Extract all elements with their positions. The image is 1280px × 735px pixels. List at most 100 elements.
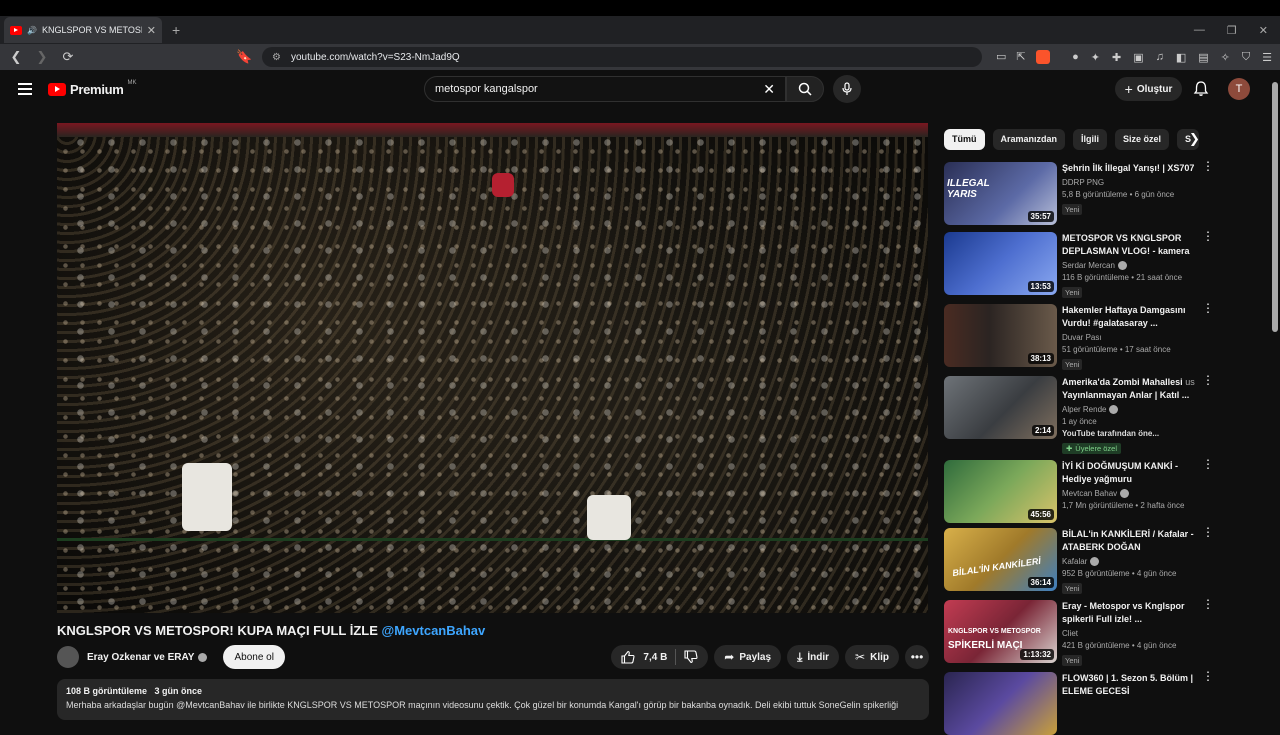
description-box[interactable]: 108 B görüntüleme 3 gün önce Merhaba ark… <box>57 679 929 720</box>
new-tab-button[interactable]: + <box>172 22 180 38</box>
more-vertical-icon[interactable]: ⋮ <box>1202 598 1214 610</box>
youtube-logo[interactable]: Premium MK <box>48 80 137 97</box>
maximize-button[interactable]: ❐ <box>1227 24 1237 37</box>
notifications-bell-icon[interactable] <box>1192 80 1210 98</box>
more-vertical-icon[interactable]: ⋮ <box>1202 160 1214 172</box>
brave-shields-icon[interactable] <box>1035 50 1050 64</box>
recommendation-title[interactable]: İYİ Kİ DOĞMUŞUM KANKİ - Hediye yağmuru <box>1062 460 1196 486</box>
recommendation-item[interactable]: ILLEGAL YARIS 35:57 Şehrin İlk İllegal Ya… <box>944 160 1214 225</box>
music-icon[interactable]: ♫ <box>1156 51 1164 64</box>
recommendation-title[interactable]: Hakemler Haftaya Damgasını Vurdu! #galat… <box>1062 304 1196 330</box>
more-vertical-icon[interactable]: ⋮ <box>1202 526 1214 538</box>
page-scrollbar[interactable] <box>1270 70 1280 710</box>
search-query: metospor kangalspor <box>435 83 538 95</box>
thumbs-up-icon[interactable] <box>621 650 635 664</box>
recommendation-thumbnail[interactable]: 2:14 <box>944 376 1057 439</box>
thumbs-down-icon[interactable] <box>684 650 698 664</box>
scrollbar-thumb[interactable] <box>1272 82 1278 332</box>
reload-button[interactable]: ⟳ <box>60 49 76 65</box>
recommendation-thumbnail[interactable]: KNGLSPOR VS METOSPOR SPİKERLİ MAÇI 1:13:… <box>944 600 1057 663</box>
search-icon <box>798 82 812 96</box>
minimize-button[interactable]: — <box>1194 24 1205 37</box>
recommendation-meta: METOSPOR VS KNGLSPOR DEPLASMAN VLOG! - k… <box>1062 232 1196 300</box>
recommendation-channel[interactable]: Duvar Pası <box>1062 333 1196 342</box>
chip-from-search[interactable]: Aramanızdan <box>992 128 1066 150</box>
url-field[interactable]: ⚙ youtube.com/watch?v=S23-NmJad9Q <box>262 47 982 67</box>
channel-avatar[interactable] <box>57 646 79 668</box>
recommendation-thumbnail[interactable]: BİLAL'İN KANKİLERİ 36:14 <box>944 528 1057 591</box>
recommendation-item[interactable]: 38:13 Hakemler Haftaya Damgasını Vurdu! … <box>944 302 1214 370</box>
recommendation-item[interactable]: BİLAL'İN KANKİLERİ 36:14 BİLAL'in KANKİL… <box>944 526 1214 594</box>
chip-for-you[interactable]: Size özel <box>1115 128 1170 150</box>
menu-icon[interactable]: ☰ <box>1262 51 1272 64</box>
recommendation-item[interactable]: 2:14 Amerika'da Zombi Mahallesi us Yayınl… <box>944 374 1214 454</box>
cast-icon[interactable]: ▭ <box>996 50 1006 64</box>
puzzle-icon[interactable]: ✚ <box>1112 51 1121 64</box>
clear-search-icon[interactable]: ✕ <box>763 81 775 98</box>
more-vertical-icon[interactable]: ⋮ <box>1202 670 1214 682</box>
recommendation-item[interactable]: 45:56 İYİ Kİ DOĞMUŞUM KANKİ - Hediye yağ… <box>944 458 1214 523</box>
video-player[interactable] <box>57 123 928 613</box>
recommendation-title[interactable]: Eray - Metospor vs Knglspor spikerli Ful… <box>1062 600 1196 626</box>
back-button[interactable]: ❮ <box>8 49 24 65</box>
create-button[interactable]: + Oluştur <box>1115 77 1182 101</box>
like-count[interactable]: 7,4 B <box>643 652 667 663</box>
recommendation-channel[interactable]: Cliet <box>1062 629 1196 638</box>
recommendation-channel[interactable]: Kafalar <box>1062 557 1087 566</box>
recommendation-thumbnail[interactable]: 13:53 <box>944 232 1057 295</box>
extension-icon[interactable]: ✦ <box>1091 51 1100 64</box>
chip-all[interactable]: Tümü <box>944 128 985 150</box>
share-button[interactable]: ➦ Paylaş <box>714 645 782 669</box>
recommendation-title[interactable]: METOSPOR VS KNGLSPOR DEPLASMAN VLOG! - k… <box>1062 232 1196 258</box>
share-page-icon[interactable]: ⇱ <box>1016 50 1025 64</box>
leo-icon[interactable]: ✧ <box>1221 51 1230 64</box>
close-window-button[interactable]: ✕ <box>1259 24 1268 37</box>
recommendation-thumbnail[interactable]: 38:13 <box>944 304 1057 367</box>
extension-icon[interactable]: ▣ <box>1133 51 1143 64</box>
extension-icon[interactable]: ● <box>1072 51 1079 64</box>
video-title-mention-link[interactable]: @MevtcanBahav <box>382 623 486 638</box>
microphone-icon <box>842 82 852 95</box>
browser-tabstrip: 🔊 KNGLSPOR VS METOSPOR! K ✕ + — ❐ ✕ <box>0 16 1280 44</box>
recommendation-title[interactable]: Şehrin İlk İllegal Yarışı! | XS707 <box>1062 162 1196 175</box>
recommendation-meta: Şehrin İlk İllegal Yarışı! | XS707 DDRP … <box>1062 162 1196 217</box>
recommendation-title[interactable]: FLOW360 | 1. Sezon 5. Bölüm | ELEME GECE… <box>1062 672 1196 698</box>
search-input[interactable]: metospor kangalspor ✕ <box>424 76 786 102</box>
recommendation-item[interactable]: 13:53 METOSPOR VS KNGLSPOR DEPLASMAN VLO… <box>944 230 1214 298</box>
voice-search-button[interactable] <box>833 75 861 103</box>
recommendation-thumbnail[interactable]: ILLEGAL YARIS 35:57 <box>944 162 1057 225</box>
recommendation-channel[interactable]: Alper Rende <box>1062 405 1106 414</box>
chip-related[interactable]: İlgili <box>1073 128 1108 150</box>
account-avatar[interactable]: T <box>1228 78 1250 100</box>
recommendation-title[interactable]: Amerika'da Zombi Mahallesi us Yayınlanmay… <box>1062 376 1196 402</box>
more-vertical-icon[interactable]: ⋮ <box>1202 458 1214 470</box>
search-button[interactable] <box>786 76 824 102</box>
recommendation-thumbnail[interactable] <box>944 672 1057 735</box>
channel-name[interactable]: Eray Ozkenar ve ERAY <box>87 652 208 663</box>
wallet-icon[interactable]: ▤ <box>1198 51 1208 64</box>
more-vertical-icon[interactable]: ⋮ <box>1202 374 1214 386</box>
guide-menu-icon[interactable] <box>18 80 32 98</box>
close-tab-icon[interactable]: ✕ <box>147 24 156 37</box>
recommendation-item[interactable]: KNGLSPOR VS METOSPOR SPİKERLİ MAÇI 1:13:… <box>944 598 1214 666</box>
recommendation-title-suffix: us <box>1185 377 1195 387</box>
recommendation-channel[interactable]: DDRP PNG <box>1062 178 1196 187</box>
download-button[interactable]: ⤓ İndir <box>787 645 840 669</box>
bookmark-icon[interactable]: 🔖 <box>236 49 252 65</box>
sidebar-icon[interactable]: ◧ <box>1176 51 1186 64</box>
recommendation-channel[interactable]: Serdar Mercan <box>1062 261 1115 270</box>
site-info-icon[interactable]: ⚙ <box>272 52 281 63</box>
recommendation-channel[interactable]: Mevtcan Bahav <box>1062 489 1117 498</box>
vpn-icon[interactable]: ⛉ <box>1242 51 1250 64</box>
more-actions-button[interactable]: ••• <box>905 645 929 669</box>
more-vertical-icon[interactable]: ⋮ <box>1202 230 1214 242</box>
recommendation-title[interactable]: BİLAL'in KANKİLERİ / Kafalar - ATABERK D… <box>1062 528 1196 554</box>
more-vertical-icon[interactable]: ⋮ <box>1202 302 1214 314</box>
subscribe-button[interactable]: Abone ol <box>223 645 285 669</box>
forward-button[interactable]: ❯ <box>34 49 50 65</box>
browser-tab[interactable]: 🔊 KNGLSPOR VS METOSPOR! K ✕ <box>4 17 162 43</box>
recommendation-thumbnail[interactable]: 45:56 <box>944 460 1057 523</box>
recommendation-item[interactable]: FLOW360 | 1. Sezon 5. Bölüm | ELEME GECE… <box>944 670 1214 735</box>
chevron-right-icon[interactable]: ❯ <box>1189 131 1200 147</box>
clip-button[interactable]: ✂ Klip <box>845 645 899 669</box>
